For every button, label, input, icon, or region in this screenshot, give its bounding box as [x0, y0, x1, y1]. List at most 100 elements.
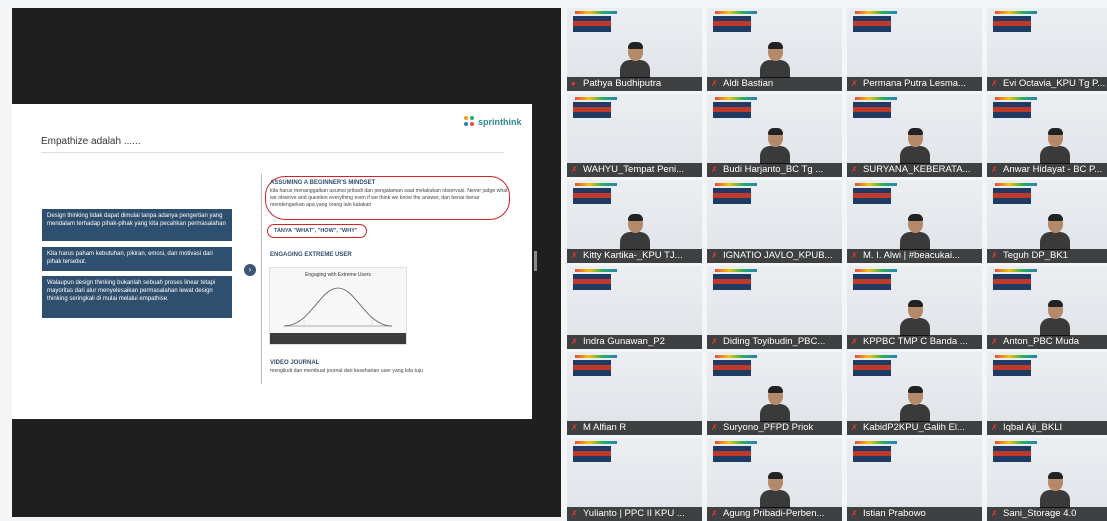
- mindset-text: kita harus menanggalkan asumsi pribadi d…: [270, 188, 508, 208]
- journal-text: mengikuti dan membuat journal dari keseh…: [270, 368, 423, 374]
- participant-tile[interactable]: KPPBC TMP C Banda ... ✗: [847, 266, 982, 349]
- participant-name: Kitty Kartika-_KPU TJ...: [567, 249, 702, 263]
- event-banner: [853, 188, 891, 204]
- event-banner: [713, 16, 751, 32]
- participant-tile[interactable]: KabidP2KPU_Galih El... ✗: [847, 352, 982, 435]
- participant-name: Pathya Budhiputra: [567, 77, 702, 91]
- journal-heading: VIDEO JOURNAL: [270, 360, 320, 366]
- event-banner: [573, 188, 611, 204]
- participant-name: Agung Pribadi-Perben...: [707, 507, 842, 521]
- participant-tile[interactable]: Indra Gunawan_P2 ✗: [567, 266, 702, 349]
- participant-tile[interactable]: Sani_Storage 4.0 ✗: [987, 438, 1107, 521]
- participant-tile[interactable]: Teguh DP_BK1 ✗: [987, 180, 1107, 263]
- participant-tile[interactable]: M Alfian R ✗: [567, 352, 702, 435]
- participant-name: M. I. Alwi | #beacukai...: [847, 249, 982, 263]
- participant-video: [899, 214, 930, 250]
- participant-video: [1039, 300, 1070, 336]
- event-banner: [713, 102, 751, 118]
- mindset-heading: ASSUMING A BEGINNER'S MINDSET: [270, 180, 376, 186]
- participant-tile[interactable]: WAHYU_Tempat Peni... ✗: [567, 94, 702, 177]
- participant-name: Yulianto | PPC II KPU ...: [567, 507, 702, 521]
- banner-stripe: [995, 97, 1037, 100]
- participant-tile[interactable]: M. I. Alwi | #beacukai... ✗: [847, 180, 982, 263]
- participant-name: WAHYU_Tempat Peni...: [567, 163, 702, 177]
- participant-name: Istian Prabowo: [847, 507, 982, 521]
- participant-name: Iqbal Aji_BKLI: [987, 421, 1107, 435]
- split-handle[interactable]: [534, 251, 537, 271]
- participant-video: [1039, 214, 1070, 250]
- event-banner: [713, 188, 751, 204]
- banner-stripe: [715, 441, 757, 444]
- slide-title: Empathize adalah ......: [41, 136, 141, 147]
- participant-tile[interactable]: Permana Putra Lesma... ✗: [847, 8, 982, 91]
- participant-video: [759, 128, 790, 164]
- participant-tile[interactable]: Budi Harjanto_BC Tg ... ✗: [707, 94, 842, 177]
- ask-label: TANYA "WHAT", "HOW", "WHY": [274, 228, 358, 234]
- mic-muted-icon: ✗: [571, 423, 578, 432]
- participant-video: [759, 42, 790, 78]
- banner-stripe: [995, 441, 1037, 444]
- participant-video: [1039, 472, 1070, 508]
- event-banner: [853, 274, 891, 290]
- event-banner: [853, 16, 891, 32]
- banner-stripe: [715, 183, 757, 186]
- participant-tile[interactable]: Istian Prabowo ✗: [847, 438, 982, 521]
- banner-stripe: [855, 97, 897, 100]
- participant-tile[interactable]: SURYANA_KEBERATA... ✗: [847, 94, 982, 177]
- banner-stripe: [715, 11, 757, 14]
- participant-name: Anton_PBC Muda: [987, 335, 1107, 349]
- event-banner: [573, 274, 611, 290]
- banner-stripe: [855, 355, 897, 358]
- participant-tile[interactable]: Agung Pribadi-Perben... ✗: [707, 438, 842, 521]
- mic-muted-icon: ✗: [851, 337, 858, 346]
- banner-stripe: [575, 355, 617, 358]
- title-divider: [41, 152, 504, 153]
- engaging-heading: ENGAGING EXTREME USER: [270, 252, 352, 258]
- next-arrow-icon: ›: [244, 264, 256, 276]
- participant-tile[interactable]: IGNATIO JAVLO_KPUB... ✗: [707, 180, 842, 263]
- participant-name: Suryono_PFPD Priok: [707, 421, 842, 435]
- vertical-divider: [261, 174, 262, 384]
- participant-video: [759, 472, 790, 508]
- participant-name: Aldi Bastian: [707, 77, 842, 91]
- mic-muted-icon: ✗: [571, 337, 578, 346]
- mic-muted-icon: ✗: [991, 251, 998, 260]
- extreme-users-diagram: Engaging with Extreme Users: [269, 267, 407, 345]
- banner-stripe: [575, 269, 617, 272]
- participant-tile[interactable]: Diding Toyibudin_PBC... ✗: [707, 266, 842, 349]
- event-banner: [993, 102, 1031, 118]
- diagram-footer: [270, 333, 406, 344]
- mic-muted-icon: ✗: [851, 165, 858, 174]
- event-banner: [713, 360, 751, 376]
- participant-video: [1039, 128, 1070, 164]
- event-banner: [993, 16, 1031, 32]
- participant-tile[interactable]: Suryono_PFPD Priok ✗: [707, 352, 842, 435]
- participant-tile[interactable]: Kitty Kartika-_KPU TJ... ✗: [567, 180, 702, 263]
- participant-tile[interactable]: Yulianto | PPC II KPU ... ✗: [567, 438, 702, 521]
- participant-tile[interactable]: Anton_PBC Muda ✗: [987, 266, 1107, 349]
- mic-muted-icon: ✗: [991, 79, 998, 88]
- participant-tile[interactable]: Anwar Hidayat - BC P... ✗: [987, 94, 1107, 177]
- participant-name: Teguh DP_BK1: [987, 249, 1107, 263]
- participant-tile[interactable]: Iqbal Aji_BKLI ✗: [987, 352, 1107, 435]
- event-banner: [993, 188, 1031, 204]
- participant-tile[interactable]: Aldi Bastian ✗: [707, 8, 842, 91]
- mic-muted-icon: ✗: [711, 79, 718, 88]
- event-banner: [713, 446, 751, 462]
- participant-name: KPPBC TMP C Banda ...: [847, 335, 982, 349]
- event-banner: [573, 360, 611, 376]
- event-banner: [853, 360, 891, 376]
- event-banner: [713, 274, 751, 290]
- sprinthink-logo-icon: [464, 116, 475, 127]
- participant-tile[interactable]: Evi Octavia_KPU Tg P... ✗: [987, 8, 1107, 91]
- mic-muted-icon: ✗: [711, 423, 718, 432]
- participant-tile[interactable]: Pathya Budhiputra ●: [567, 8, 702, 91]
- event-banner: [853, 446, 891, 462]
- mic-muted-icon: ✗: [991, 337, 998, 346]
- mic-muted-icon: ✗: [991, 423, 998, 432]
- info-box-2: Kita harus paham kebutuhan, pikiran, emo…: [42, 247, 232, 271]
- banner-stripe: [575, 183, 617, 186]
- mic-muted-icon: ✗: [711, 251, 718, 260]
- mic-muted-icon: ✗: [991, 165, 998, 174]
- banner-stripe: [715, 355, 757, 358]
